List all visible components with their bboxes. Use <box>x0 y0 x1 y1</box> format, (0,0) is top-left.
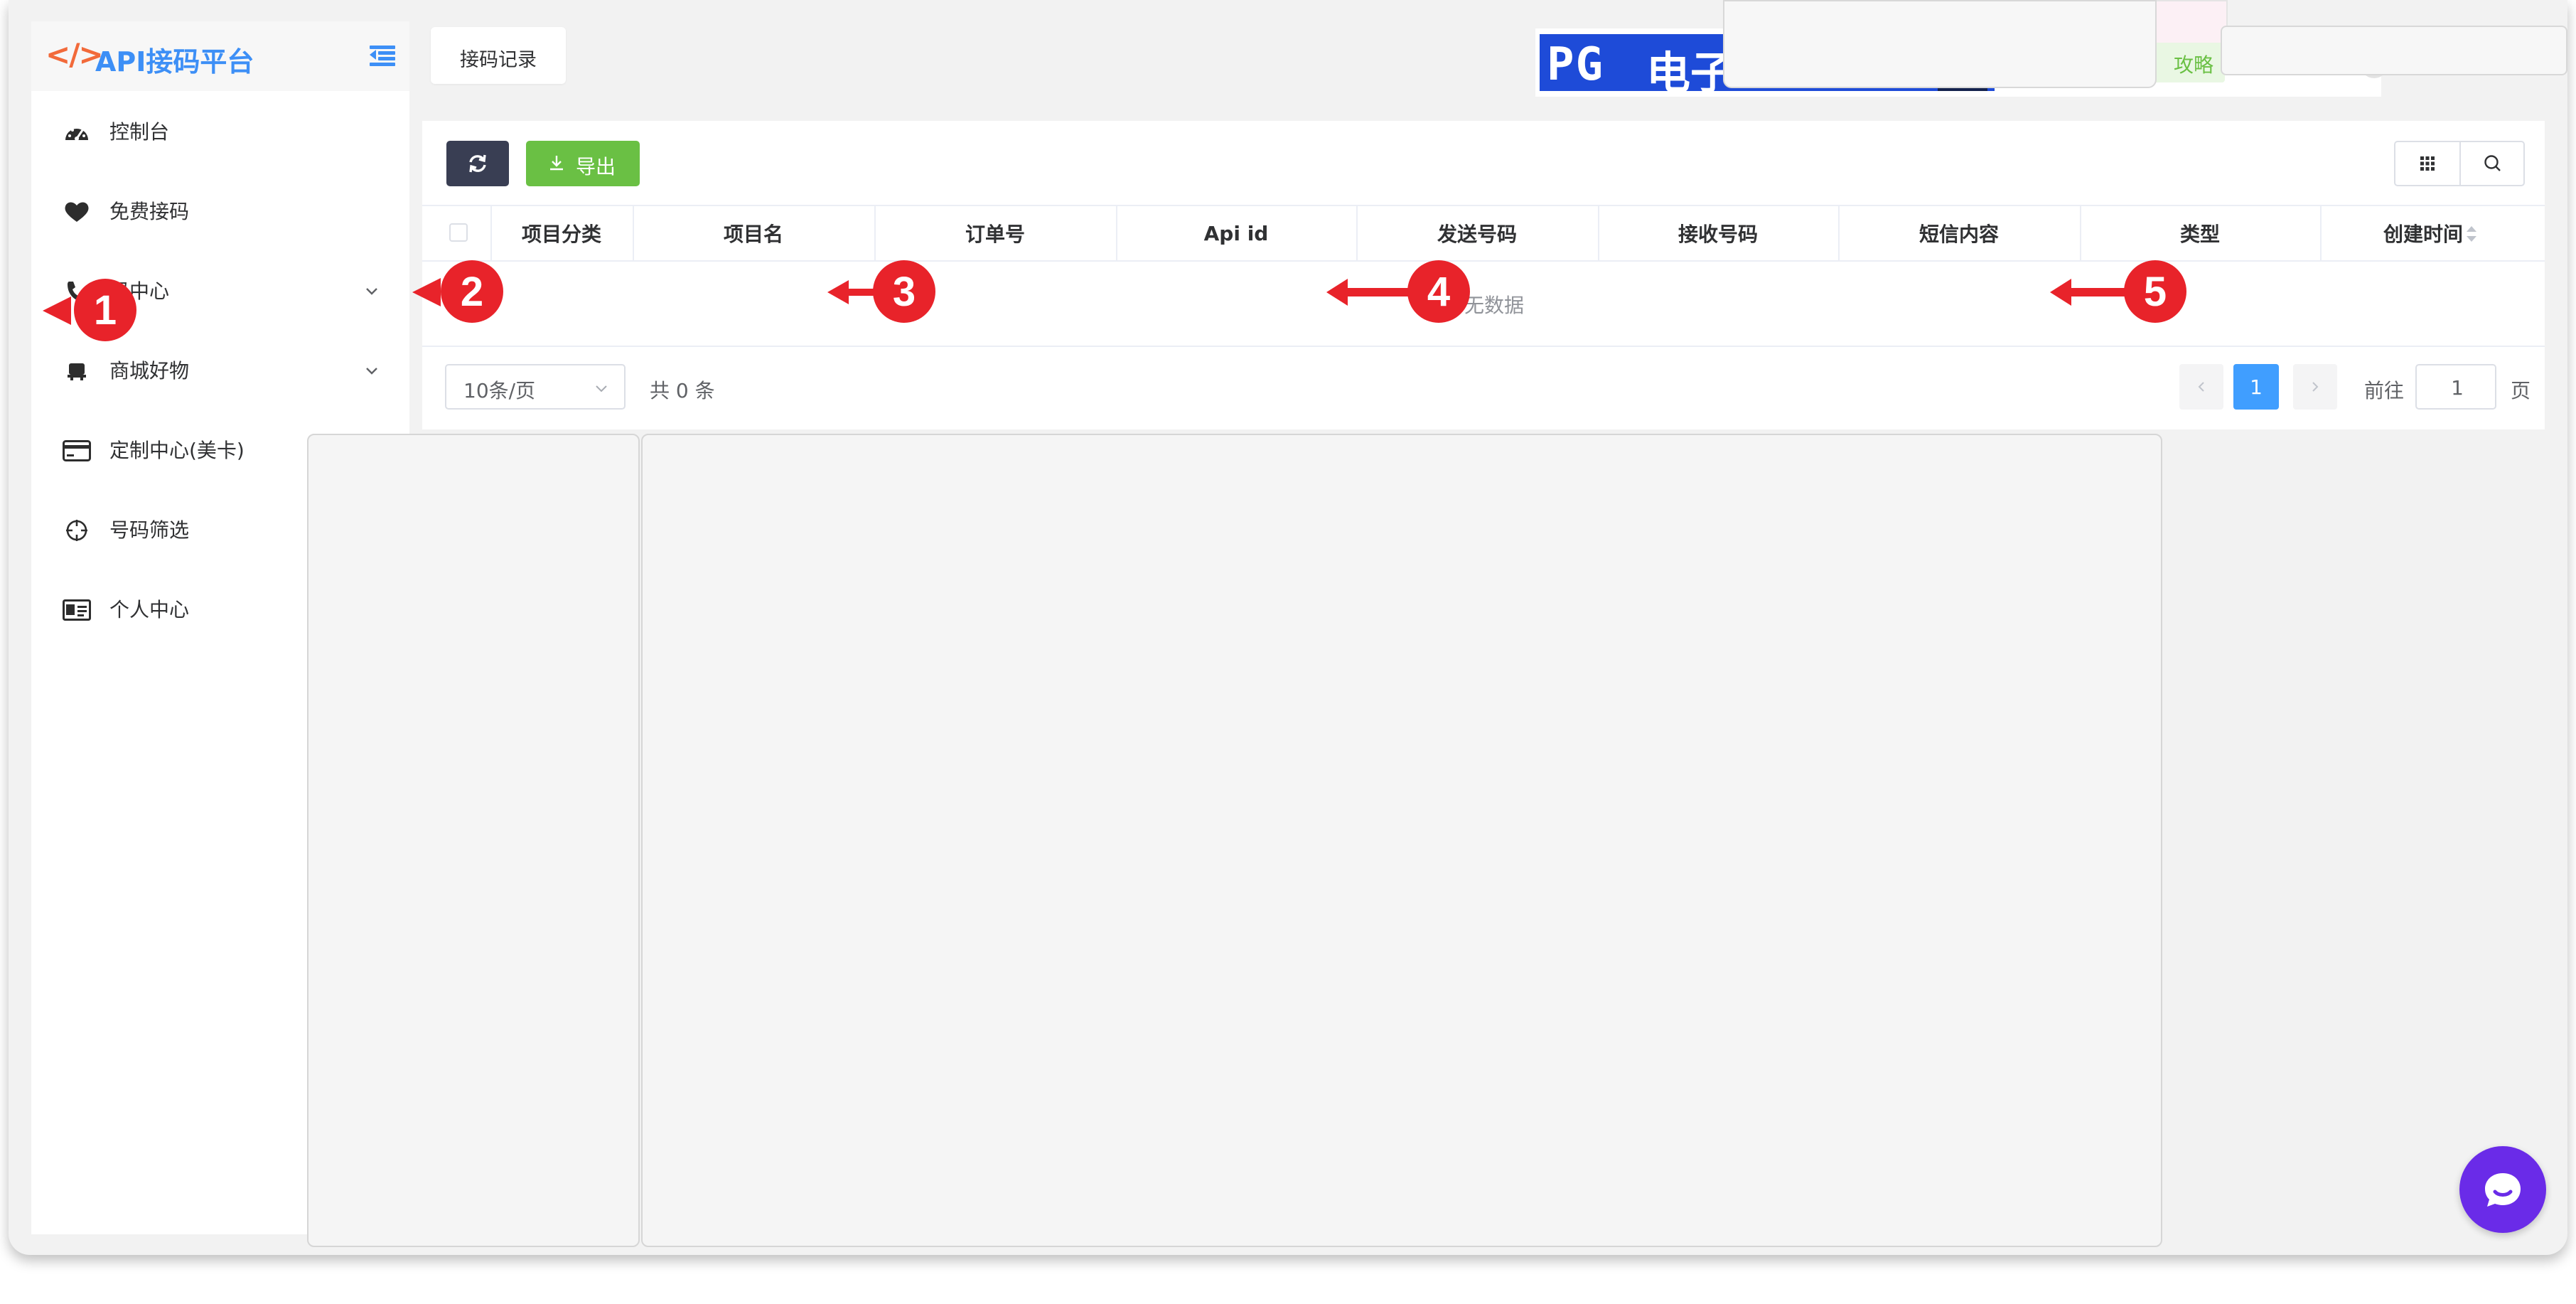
guide-pill-text: 攻略 <box>2173 53 2213 77</box>
column-divider <box>2320 205 2322 262</box>
table-header: 项目分类 项目名 订单号 Api id 发送号码 接收号码 短信内容 类型 创建… <box>422 205 2545 262</box>
column-header-created-at[interactable]: 创建时间 <box>2320 205 2526 262</box>
prev-page-button[interactable] <box>2179 364 2223 410</box>
column-header-sms-content[interactable]: 短信内容 <box>1838 205 2080 262</box>
page-size-value: 10条/页 <box>463 379 536 402</box>
crosshair-icon <box>63 519 91 542</box>
logo[interactable]: </> API接码平台 <box>31 21 409 91</box>
column-divider <box>633 205 634 262</box>
id-card-icon <box>63 599 91 621</box>
sort-icon[interactable] <box>2464 223 2479 245</box>
sidebar-item-label: 控制台 <box>109 120 170 144</box>
sidebar-item-label: 免费接码 <box>109 200 190 223</box>
chevron-left-icon <box>2198 382 2204 392</box>
chat-bubble-icon <box>2485 1173 2521 1207</box>
sidebar-item-label: 商城好物 <box>109 359 190 383</box>
annotation-number: 2 <box>441 260 503 323</box>
empty-state-text: 无数据 <box>1464 294 1525 317</box>
annotation-marker-4: 4 <box>1324 260 1473 324</box>
column-divider <box>490 205 492 262</box>
column-header-order-no[interactable]: 订单号 <box>874 205 1116 262</box>
table-header-bottom-border <box>422 260 2545 262</box>
sidebar-item-dashboard[interactable]: 控制台 <box>31 97 409 168</box>
goto-label: 前往 <box>2364 379 2405 402</box>
column-divider <box>1838 205 1840 262</box>
app-title: API接码平台 <box>95 46 254 78</box>
annotation-number: 1 <box>74 279 136 341</box>
overlay-panel-main <box>641 434 2162 1247</box>
next-page-button[interactable] <box>2293 364 2337 410</box>
heart-icon <box>63 201 91 223</box>
overlay-popup <box>1723 0 2157 88</box>
column-header-project-name[interactable]: 项目名 <box>633 205 874 262</box>
dashboard-gauge-icon <box>63 121 91 144</box>
page-suffix-label: 页 <box>2511 379 2531 402</box>
sidebar-item-label: 号码筛选 <box>109 518 190 542</box>
column-header-sender[interactable]: 发送号码 <box>1356 205 1598 262</box>
goto-page-input[interactable] <box>2417 365 2498 410</box>
download-icon <box>550 156 563 171</box>
chevron-down-icon <box>596 385 607 392</box>
chevron-down-icon[interactable] <box>363 361 381 380</box>
chat-button[interactable] <box>2459 1146 2546 1233</box>
column-divider <box>874 205 876 262</box>
banner-pg-text: PG <box>1547 38 1605 91</box>
chevron-down-icon[interactable] <box>363 282 381 300</box>
annotation-marker-5: 5 <box>2047 260 2189 324</box>
column-header-api-id[interactable]: Api id <box>1116 205 1356 262</box>
goto-page-field[interactable] <box>2415 364 2498 410</box>
column-divider <box>1116 205 1117 262</box>
column-divider <box>1356 205 1358 262</box>
column-divider <box>2080 205 2081 262</box>
tab-sms-records[interactable]: 接码记录 <box>431 27 566 84</box>
overlay-search-box <box>2221 26 2567 75</box>
sidebar-item-label: 定制中心(美卡) <box>109 439 245 462</box>
sidebar-item-free-sms[interactable]: 免费接码 <box>31 176 409 247</box>
table-card <box>422 121 2545 429</box>
annotation-number: 5 <box>2124 260 2186 323</box>
credit-card-icon <box>63 439 91 462</box>
sidebar-item-mall[interactable]: 商城好物 <box>31 336 409 407</box>
search-toggle-button[interactable] <box>2461 142 2525 185</box>
search-icon <box>2484 155 2501 171</box>
tab-label: 接码记录 <box>460 49 537 71</box>
column-header-receiver[interactable]: 接收号码 <box>1598 205 1838 262</box>
sidebar-item-label: 个人中心 <box>109 598 190 621</box>
table-tools <box>2394 141 2525 186</box>
column-header-category[interactable]: 项目分类 <box>490 205 633 262</box>
store-icon <box>63 360 91 383</box>
total-count: 共 0 条 <box>650 379 715 402</box>
overlay-panel-left <box>307 434 640 1247</box>
annotation-number: 4 <box>1407 260 1470 323</box>
page-size-select[interactable]: 10条/页 <box>445 364 626 410</box>
refresh-button[interactable] <box>446 141 509 186</box>
code-icon: </> <box>45 37 104 72</box>
table-body-bottom-border <box>422 346 2545 347</box>
refresh-icon <box>469 154 486 173</box>
menu-collapse-icon[interactable] <box>370 46 395 67</box>
banner-cn-text: 电子 <box>1646 47 1735 91</box>
chevron-right-icon <box>2312 382 2319 392</box>
columns-toggle-button[interactable] <box>2395 142 2459 185</box>
export-label: 导出 <box>576 155 616 178</box>
annotation-number: 3 <box>873 260 935 323</box>
export-button[interactable]: 导出 <box>526 141 640 186</box>
column-header-type[interactable]: 类型 <box>2080 205 2320 262</box>
annotation-marker-3: 3 <box>825 260 938 324</box>
page-number-current[interactable]: 1 <box>2233 364 2279 410</box>
column-divider <box>1598 205 1599 262</box>
annotation-marker-2: 2 <box>409 260 509 324</box>
grid-icon <box>2420 156 2435 171</box>
annotation-marker-1: 1 <box>40 279 139 343</box>
